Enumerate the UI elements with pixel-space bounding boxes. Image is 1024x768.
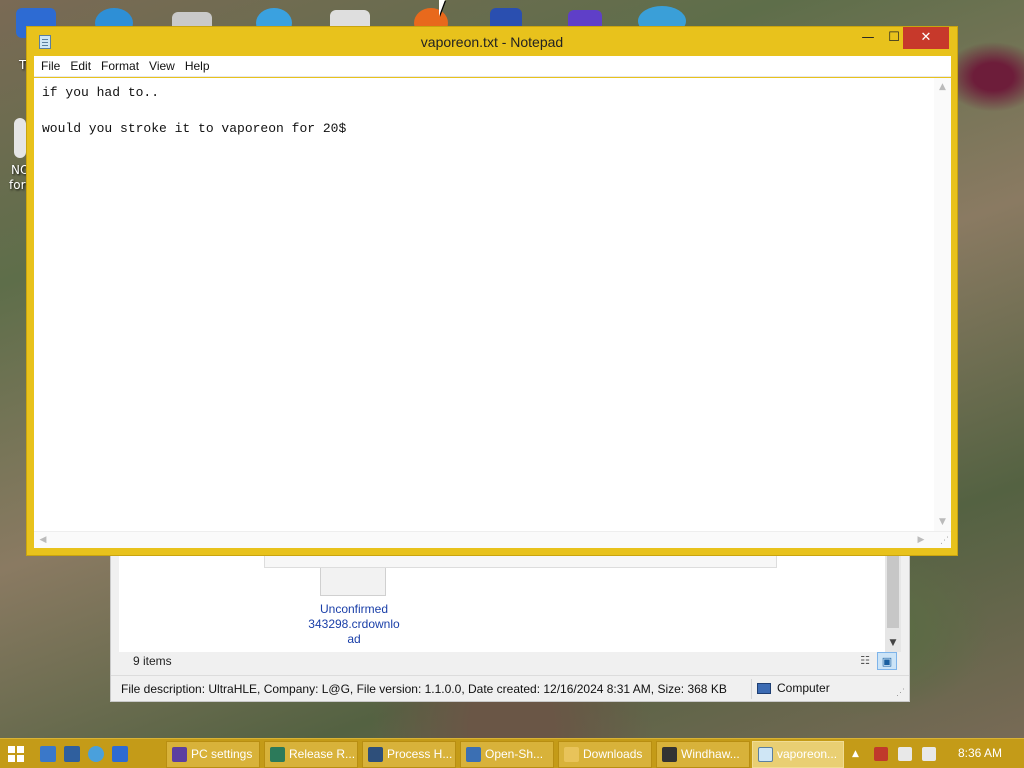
- show-desktop-icon[interactable]: [40, 746, 56, 762]
- taskbar-button-windhawk[interactable]: Windhaw...: [656, 741, 750, 768]
- scroll-down-arrow-icon[interactable]: ▼: [934, 515, 951, 529]
- taskbar-button-notepad[interactable]: vaporeon...: [752, 741, 844, 768]
- taskbar-button-process-hacker[interactable]: Process H...: [362, 741, 456, 768]
- close-button[interactable]: ✕: [903, 27, 949, 49]
- explorer-file-view[interactable]: Unconfirmed 343298.crdownlo ad: [119, 556, 895, 652]
- computer-icon: [757, 683, 771, 695]
- taskbar-label: Windhaw...: [681, 747, 740, 761]
- menu-view[interactable]: View: [144, 56, 180, 77]
- menu-format[interactable]: Format: [96, 56, 144, 77]
- status-zone-label: Computer: [777, 681, 830, 695]
- taskbar-label: vaporeon...: [777, 747, 838, 761]
- release-icon: [270, 747, 285, 762]
- folder-icon: [564, 747, 579, 762]
- editor-horizontal-scrollbar[interactable]: ◀ ▶ ⋰: [34, 531, 951, 548]
- explorer-vertical-scrollbar[interactable]: ▼: [885, 556, 901, 652]
- status-zone: Computer: [757, 681, 830, 695]
- explorer-file-thumbnail-row: [264, 556, 777, 568]
- large-icons-view-icon[interactable]: ▣: [877, 652, 897, 670]
- explorer-items-count: 9 items: [133, 654, 172, 668]
- resize-grip-icon[interactable]: ⋰: [896, 687, 905, 698]
- computer-icon[interactable]: [112, 746, 128, 762]
- taskbar-button-release[interactable]: Release R...: [264, 741, 358, 768]
- explorer-status-bar: File description: UltraHLE, Company: L@G…: [111, 675, 909, 701]
- windows-logo-icon-part: [17, 755, 24, 762]
- text-editor[interactable]: if you had to.. would you stroke it to v…: [34, 78, 951, 531]
- taskbar-label: Open-Sh...: [485, 747, 544, 761]
- windows-logo-icon-part: [8, 755, 15, 762]
- gear-icon: [172, 747, 187, 762]
- minimize-button[interactable]: —: [855, 27, 881, 49]
- details-view-icon[interactable]: ☷: [855, 652, 875, 670]
- mouse-cursor-icon: [439, 0, 445, 16]
- windows-logo-icon-part: [17, 746, 24, 753]
- internet-explorer-icon[interactable]: [88, 746, 104, 762]
- taskbar-label: Release R...: [289, 747, 356, 761]
- taskbar-button-pc-settings[interactable]: PC settings: [166, 741, 260, 768]
- editor-text[interactable]: if you had to.. would you stroke it to v…: [42, 84, 922, 138]
- status-file-description: File description: UltraHLE, Company: L@G…: [121, 682, 727, 696]
- volume-muted-icon[interactable]: [922, 747, 936, 761]
- network-icon[interactable]: [898, 747, 912, 761]
- taskbar: PC settings Release R... Process H... Op…: [0, 738, 1024, 768]
- scroll-up-arrow-icon[interactable]: ▲: [934, 80, 951, 94]
- taskbar-label: Downloads: [583, 747, 643, 761]
- scroll-down-arrow-icon[interactable]: ▼: [885, 638, 901, 652]
- menu-file[interactable]: File: [36, 56, 65, 77]
- scroll-left-arrow-icon[interactable]: ◀: [36, 532, 50, 548]
- show-hidden-icons-icon[interactable]: ▲: [852, 749, 859, 759]
- file-name-line-3: ad: [347, 632, 361, 646]
- notepad-icon: [758, 747, 773, 762]
- taskbar-button-open-shell[interactable]: Open-Sh...: [460, 741, 554, 768]
- scroll-right-arrow-icon[interactable]: ▶: [914, 532, 928, 548]
- file-item-unconfirmed[interactable]: Unconfirmed 343298.crdownlo ad: [299, 602, 409, 647]
- status-separator: [751, 679, 752, 699]
- process-hacker-icon: [368, 747, 383, 762]
- taskbar-button-downloads[interactable]: Downloads: [558, 741, 652, 768]
- taskbar-clock[interactable]: 8:36 AM: [958, 746, 1002, 760]
- file-name-line-1: Unconfirmed: [319, 602, 389, 616]
- window-title: vaporeon.txt - Notepad: [420, 34, 564, 50]
- menu-bar: File Edit Format View Help: [34, 56, 951, 77]
- editor-vertical-scrollbar[interactable]: ▲ ▼: [934, 78, 951, 531]
- notepad-titlebar[interactable]: vaporeon.txt - Notepad — ☐ ✕: [27, 27, 957, 57]
- resize-grip-icon[interactable]: ⋰: [940, 536, 949, 546]
- explorer-window[interactable]: Unconfirmed 343298.crdownlo ad ▼ 9 items…: [110, 555, 910, 702]
- windhawk-icon: [662, 747, 677, 762]
- taskbar-label: Process H...: [387, 747, 453, 761]
- windows-logo-icon: [8, 746, 15, 753]
- desktop-label-for: for: [9, 178, 26, 192]
- desktop-icon-document[interactable]: [14, 118, 26, 158]
- menu-help[interactable]: Help: [180, 56, 215, 77]
- explorer-scroll-thumb[interactable]: [887, 556, 899, 628]
- start-button[interactable]: [8, 746, 24, 762]
- action-center-icon[interactable]: [874, 747, 888, 761]
- switch-windows-icon[interactable]: [64, 746, 80, 762]
- open-shell-icon: [466, 747, 481, 762]
- notepad-window[interactable]: vaporeon.txt - Notepad — ☐ ✕ File Edit For…: [26, 26, 958, 556]
- file-thumbnail[interactable]: [320, 568, 386, 596]
- file-name-line-2: 343298.crdownlo: [308, 617, 400, 631]
- menu-edit[interactable]: Edit: [65, 56, 96, 77]
- taskbar-label: PC settings: [191, 747, 253, 761]
